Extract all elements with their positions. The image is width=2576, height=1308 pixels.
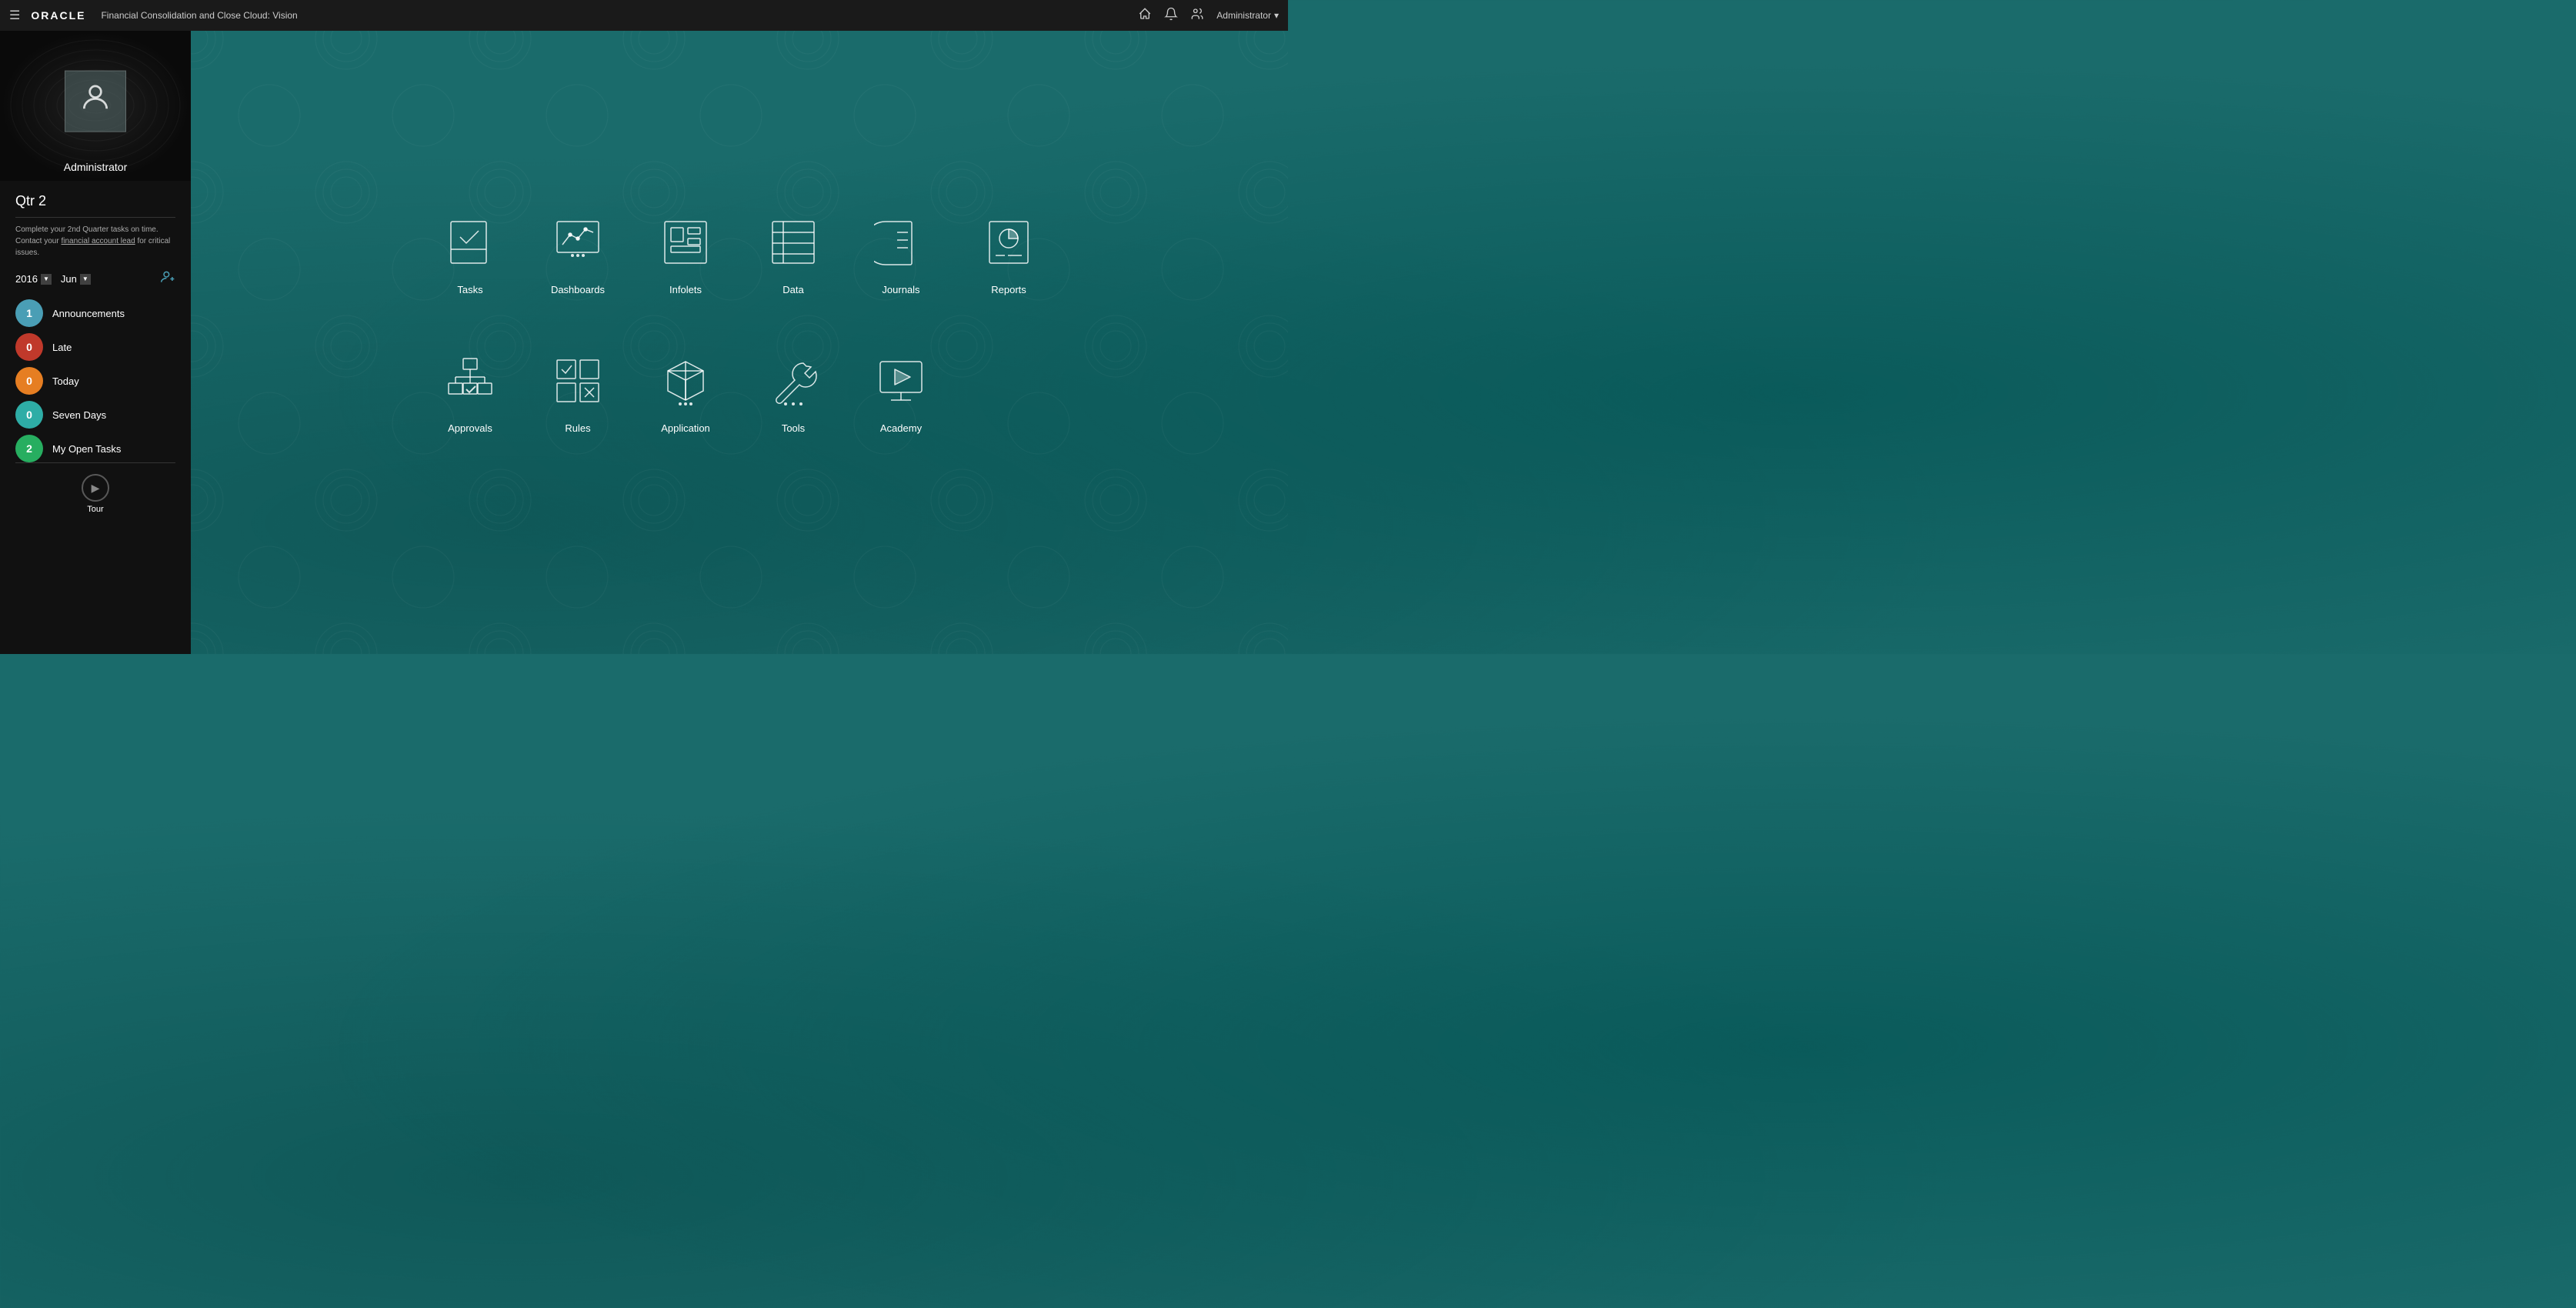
task-rows: 1 Announcements 0 Late 0 Today 0 Seven D… <box>15 299 175 462</box>
task-label-late: Late <box>52 342 72 353</box>
reports-label: Reports <box>991 284 1026 295</box>
notification-icon[interactable] <box>1164 7 1178 25</box>
academy-icon <box>870 350 932 412</box>
task-row-late[interactable]: 0 Late <box>15 333 175 361</box>
left-panel: Administrator Qtr 2 Complete your 2nd Qu… <box>0 31 191 654</box>
nav-item-tasks[interactable]: Tasks <box>420 212 520 295</box>
month-selector[interactable]: Jun ▼ <box>61 273 91 285</box>
nav-item-approvals[interactable]: Approvals <box>420 350 520 434</box>
main-area: Administrator Qtr 2 Complete your 2nd Qu… <box>0 31 1288 654</box>
reports-icon <box>978 212 1039 273</box>
nav-item-reports[interactable]: Reports <box>959 212 1059 295</box>
year-selector[interactable]: 2016 ▼ <box>15 273 52 285</box>
oracle-logo: ORACLE <box>31 9 85 22</box>
month-label: Jun <box>61 273 77 285</box>
app-title: Financial Consolidation and Close Cloud:… <box>101 10 297 21</box>
infolets-label: Infolets <box>669 284 702 295</box>
journals-label: Journals <box>882 284 919 295</box>
quarter-message: Complete your 2nd Quarter tasks on time.… <box>15 224 175 259</box>
quarter-title: Qtr 2 <box>15 193 175 209</box>
rules-label: Rules <box>565 422 590 434</box>
year-month-row: 2016 ▼ Jun ▼ <box>15 269 175 289</box>
home-icon[interactable] <box>1138 7 1152 25</box>
badge-late: 0 <box>15 333 43 361</box>
nav-item-rules[interactable]: Rules <box>528 350 628 434</box>
approvals-icon <box>439 350 501 412</box>
avatar <box>65 70 126 132</box>
nav-item-data[interactable]: Data <box>743 212 843 295</box>
topbar-left: ☰ ORACLE Financial Consolidation and Clo… <box>9 8 1138 23</box>
tools-label: Tools <box>782 422 805 434</box>
nav-item-application[interactable]: Application <box>636 350 736 434</box>
avatar-person-icon <box>78 81 112 122</box>
topbar-right: Administrator ▾ <box>1138 7 1279 25</box>
nav-icons-grid: Tasks Dashboa <box>420 212 1059 473</box>
application-label: Application <box>661 422 710 434</box>
task-label-open-tasks: My Open Tasks <box>52 443 121 455</box>
tour-section[interactable]: ▶ Tour <box>15 462 175 525</box>
approvals-label: Approvals <box>448 422 492 434</box>
nav-item-journals[interactable]: Journals <box>851 212 951 295</box>
badge-today: 0 <box>15 367 43 395</box>
data-label: Data <box>782 284 803 295</box>
nav-item-dashboards[interactable]: Dashboards <box>528 212 628 295</box>
academy-label: Academy <box>880 422 922 434</box>
badge-seven-days: 0 <box>15 401 43 429</box>
task-row-today[interactable]: 0 Today <box>15 367 175 395</box>
tour-play-button[interactable]: ▶ <box>82 474 109 502</box>
rules-icon <box>547 350 609 412</box>
divider-1 <box>15 217 175 218</box>
task-row-announcements[interactable]: 1 Announcements <box>15 299 175 327</box>
application-icon <box>655 350 716 412</box>
task-label-today: Today <box>52 375 79 387</box>
dashboards-icon <box>547 212 609 273</box>
left-panel-header: Administrator <box>0 31 191 181</box>
topbar: ☰ ORACLE Financial Consolidation and Clo… <box>0 0 1288 31</box>
month-dropdown-icon[interactable]: ▼ <box>80 274 91 285</box>
badge-open-tasks: 2 <box>15 435 43 462</box>
tasks-label: Tasks <box>457 284 482 295</box>
task-row-open-tasks[interactable]: 2 My Open Tasks <box>15 435 175 462</box>
person-add-icon[interactable] <box>160 269 175 289</box>
task-row-seven-days[interactable]: 0 Seven Days <box>15 401 175 429</box>
year-label: 2016 <box>15 273 38 285</box>
tour-label: Tour <box>87 505 103 514</box>
nav-item-infolets[interactable]: Infolets <box>636 212 736 295</box>
admin-button[interactable]: Administrator ▾ <box>1216 10 1279 21</box>
right-main: Tasks Dashboa <box>191 31 1288 654</box>
tools-icon <box>762 350 824 412</box>
year-dropdown-icon[interactable]: ▼ <box>41 274 52 285</box>
hamburger-icon[interactable]: ☰ <box>9 8 20 23</box>
left-panel-content: Qtr 2 Complete your 2nd Quarter tasks on… <box>0 181 191 654</box>
nav-item-academy[interactable]: Academy <box>851 350 951 434</box>
data-icon <box>762 212 824 273</box>
infolets-icon <box>655 212 716 273</box>
task-label-seven-days: Seven Days <box>52 409 106 421</box>
task-label-announcements: Announcements <box>52 308 125 319</box>
dashboards-label: Dashboards <box>551 284 605 295</box>
tasks-icon <box>439 212 501 273</box>
left-panel-admin-name: Administrator <box>64 161 127 173</box>
users-icon[interactable] <box>1190 7 1204 25</box>
financial-account-lead-link[interactable]: financial account lead <box>61 237 135 245</box>
journals-icon <box>870 212 932 273</box>
badge-announcements: 1 <box>15 299 43 327</box>
nav-item-tools[interactable]: Tools <box>743 350 843 434</box>
